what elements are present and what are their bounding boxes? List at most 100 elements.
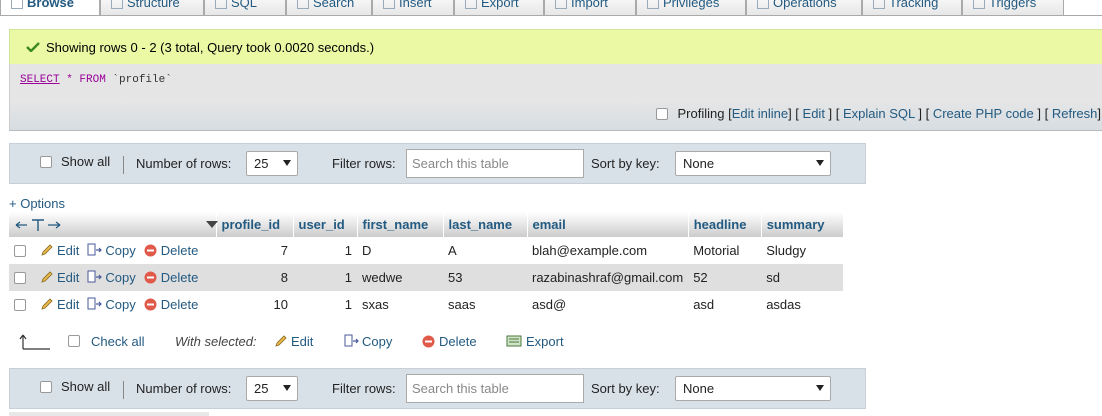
cell-profile-id: 7 (216, 237, 293, 264)
options-toggle[interactable]: + Options (9, 196, 65, 211)
row-delete-link[interactable]: Delete (144, 243, 198, 258)
edit-sql-link[interactable]: Edit (803, 106, 825, 121)
cell-last-name: 53 (443, 264, 527, 291)
chevron-down-icon (816, 160, 824, 166)
select-arrow-icon (19, 334, 50, 350)
row-actions: Edit Copy Delete (9, 264, 216, 291)
explain-sql-link[interactable]: Explain SQL (843, 106, 915, 121)
bulk-copy-button[interactable]: Copy (344, 334, 392, 349)
edit-inline-link[interactable]: Edit inline (732, 106, 788, 121)
column-header-profile-id[interactable]: profile_id (216, 212, 294, 237)
sql-links-toolbar: Profiling [Edit inline] [ Edit ] [ Expla… (9, 99, 1102, 131)
tab-insert[interactable]: Insert (372, 0, 454, 15)
row-delete-link[interactable]: Delete (144, 270, 198, 285)
bulk-export-button[interactable]: Export (506, 334, 564, 349)
success-text: Showing rows 0 - 2 (3 total, Query took … (46, 40, 375, 55)
import-icon (555, 0, 567, 9)
row-edit-link[interactable]: Edit (40, 270, 79, 285)
export-icon (465, 0, 477, 9)
row-copy-link[interactable]: Copy (87, 297, 136, 312)
tab-operations[interactable]: Operations (746, 0, 862, 15)
filter-rows-label: Filter rows: (332, 156, 396, 171)
tab-triggers[interactable]: Triggers (962, 0, 1064, 15)
column-arrows-icon[interactable] (14, 217, 62, 233)
sort-by-key-label: Sort by key: (591, 156, 660, 171)
tab-export[interactable]: Export (454, 0, 544, 15)
column-header-user-id[interactable]: user_id (293, 212, 358, 237)
pencil-icon (41, 298, 53, 310)
row-edit-link[interactable]: Edit (40, 243, 79, 258)
tab-import[interactable]: Import (544, 0, 636, 15)
cell-headline: Motorial (688, 237, 762, 264)
cell-summary: sd (761, 264, 844, 291)
row-edit-link[interactable]: Edit (40, 297, 79, 312)
cell-email: asd@ (527, 291, 689, 318)
column-header-first-name[interactable]: first_name (357, 212, 444, 237)
insert-icon (383, 0, 395, 9)
filter-rows-input[interactable]: Search this table (406, 149, 584, 178)
tab-privileges[interactable]: Privileges (636, 0, 746, 15)
delete-icon (422, 335, 435, 348)
page-bottom-edge (9, 412, 209, 416)
check-all-checkbox[interactable] (68, 335, 80, 347)
row-checkbox[interactable] (14, 245, 26, 257)
tab-tracking[interactable]: Tracking (862, 0, 962, 15)
number-of-rows-select[interactable]: 25 (246, 151, 298, 176)
tab-sql[interactable]: SQL (204, 0, 286, 15)
sort-by-key-label: Sort by key: (591, 381, 660, 396)
show-all-label: Show all (61, 379, 111, 394)
sort-by-key-select[interactable]: None (675, 151, 831, 176)
table-header-row: profile_id user_id first_name last_name … (9, 212, 844, 237)
profiling-label: Profiling (677, 106, 725, 121)
row-actions: Edit Copy Delete (9, 291, 216, 318)
column-header-summary[interactable]: summary (761, 212, 844, 237)
table-row: Edit Copy Delete 10 1 sxas saas asd@ asd a… (9, 291, 844, 318)
row-delete-link[interactable]: Delete (144, 297, 198, 312)
tab-browse[interactable]: Browse (0, 0, 100, 15)
divider (123, 156, 124, 174)
filter-rows-input[interactable]: Search this table (406, 374, 584, 403)
row-actions: Edit Copy Delete (9, 237, 216, 264)
pencil-icon (41, 244, 53, 256)
copy-icon (87, 297, 103, 310)
tab-bar: Browse Structure SQL Search Insert Expor… (0, 0, 1102, 16)
sql-star: * (59, 74, 80, 86)
sort-by-key-select[interactable]: None (675, 376, 831, 401)
show-all-label: Show all (61, 154, 111, 169)
cell-summary: Sludgy (761, 237, 844, 264)
copy-icon (87, 243, 103, 256)
sql-select-keyword[interactable]: SELECT (20, 74, 60, 86)
show-all-checkbox[interactable] (40, 156, 52, 168)
sort-dropdown-icon[interactable] (205, 220, 218, 229)
tab-search[interactable]: Search (286, 0, 372, 15)
cell-user-id: 1 (293, 264, 357, 291)
navigation-bar-bottom: Show all Number of rows: 25 Filter rows:… (9, 368, 866, 409)
row-checkbox[interactable] (14, 299, 26, 311)
create-php-code-link[interactable]: Create PHP code (933, 106, 1034, 121)
operations-icon (757, 0, 769, 9)
number-of-rows-select[interactable]: 25 (246, 376, 298, 401)
filter-rows-label: Filter rows: (332, 381, 396, 396)
column-header-email[interactable]: email (527, 212, 689, 237)
column-header-last-name[interactable]: last_name (443, 212, 528, 237)
tab-structure[interactable]: Structure (100, 0, 204, 15)
tracking-icon (873, 0, 885, 9)
cell-first-name: D (357, 237, 443, 264)
cell-email: blah@example.com (527, 237, 689, 264)
refresh-link[interactable]: Refresh (1052, 106, 1098, 121)
row-copy-link[interactable]: Copy (87, 243, 136, 258)
sql-table-name: `profile` (105, 74, 172, 86)
row-copy-link[interactable]: Copy (87, 270, 136, 285)
table-row: Edit Copy Delete 8 1 wedwe 53 razabinashra… (9, 264, 844, 291)
column-header-headline[interactable]: headline (688, 212, 762, 237)
show-all-checkbox[interactable] (40, 381, 52, 393)
delete-icon (144, 298, 157, 311)
profiling-checkbox[interactable] (655, 108, 668, 120)
row-checkbox[interactable] (14, 272, 26, 284)
number-of-rows-label: Number of rows: (136, 381, 232, 396)
bulk-edit-button[interactable]: Edit (274, 334, 313, 349)
with-selected-label: With selected: (175, 334, 257, 349)
navigation-bar-top: Show all Number of rows: 25 Filter rows:… (9, 143, 866, 184)
bulk-delete-button[interactable]: Delete (422, 334, 477, 349)
check-all-link[interactable]: Check all (91, 334, 144, 349)
